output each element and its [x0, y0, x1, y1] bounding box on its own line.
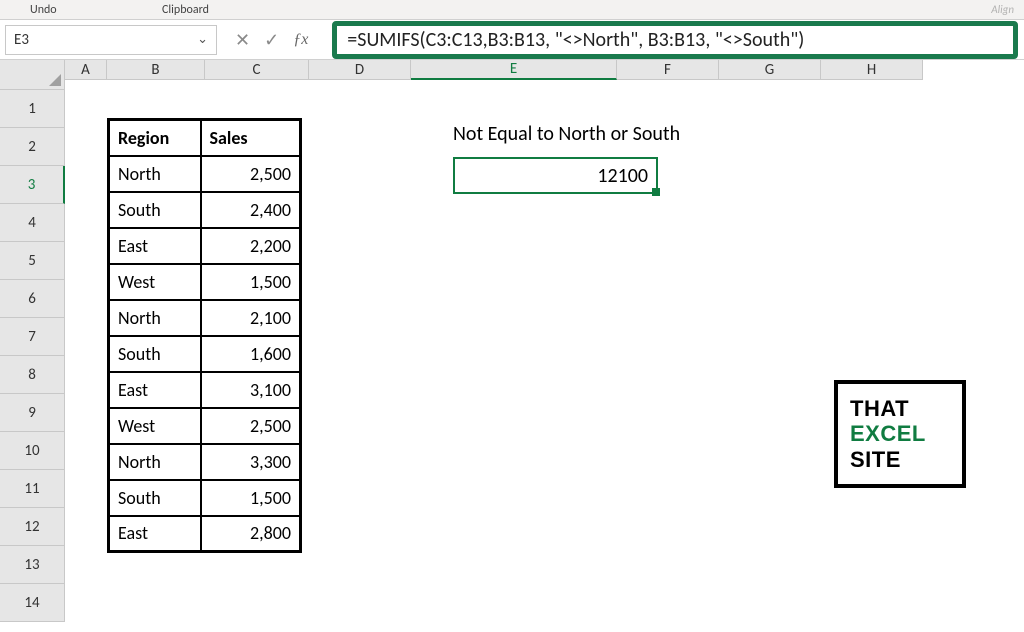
select-all-corner[interactable]	[0, 60, 65, 90]
table-row: South1,600	[109, 336, 301, 372]
cell-region[interactable]: East	[109, 516, 201, 552]
chevron-down-icon[interactable]: ⌄	[197, 32, 208, 47]
formula-bar-row: E3 ⌄ ✕ ✓ ƒx =SUMIFS(C3:C13,B3:B13, "<>No…	[0, 20, 1024, 60]
row-head-8[interactable]: 8	[0, 356, 65, 394]
formula-highlight-box: =SUMIFS(C3:C13,B3:B13, "<>North", B3:B13…	[332, 21, 1018, 59]
cell-sales[interactable]: 3,100	[201, 372, 301, 408]
cell-sales[interactable]: 3,300	[201, 444, 301, 480]
formula-bar-icons: ✕ ✓ ƒx	[217, 29, 332, 51]
label-not-equal[interactable]: Not Equal to North or South	[453, 122, 680, 146]
cell-sales[interactable]: 1,500	[201, 480, 301, 516]
cell-sales[interactable]: 2,500	[201, 156, 301, 192]
cell-sales[interactable]: 1,500	[201, 264, 301, 300]
selected-cell-E3[interactable]: 12100	[453, 157, 658, 194]
cell-sales[interactable]: 2,800	[201, 516, 301, 552]
row-head-1[interactable]: 1	[0, 90, 65, 128]
cancel-icon[interactable]: ✕	[235, 29, 250, 51]
row-head-9[interactable]: 9	[0, 394, 65, 432]
that-excel-site-logo: THAT EXCEL SITE	[834, 380, 966, 488]
cell-region[interactable]: East	[109, 228, 201, 264]
table-row: West2,500	[109, 408, 301, 444]
cell-canvas[interactable]: Region Sales North2,500 South2,400 East2…	[65, 80, 1024, 632]
row-head-12[interactable]: 12	[0, 508, 65, 546]
row-head-2[interactable]: 2	[0, 128, 65, 166]
cell-sales[interactable]: 2,100	[201, 300, 301, 336]
logo-line1: THAT	[850, 396, 962, 421]
cell-region[interactable]: West	[109, 264, 201, 300]
row-headers: 1 2 3 4 5 6 7 8 9 10 11 12 13 14	[0, 90, 65, 622]
cell-sales[interactable]: 1,600	[201, 336, 301, 372]
cell-region[interactable]: West	[109, 408, 201, 444]
row-head-5[interactable]: 5	[0, 242, 65, 280]
ribbon-labels-row: Undo Clipboard Align	[0, 0, 1024, 20]
table-row: North3,300	[109, 444, 301, 480]
table-row: East3,100	[109, 372, 301, 408]
cell-region[interactable]: South	[109, 336, 201, 372]
cell-sales[interactable]: 2,500	[201, 408, 301, 444]
col-head-H[interactable]: H	[821, 60, 923, 80]
col-head-B[interactable]: B	[107, 60, 205, 80]
cell-region[interactable]: North	[109, 156, 201, 192]
table-row: South2,400	[109, 192, 301, 228]
col-head-A[interactable]: A	[65, 60, 107, 80]
row-head-6[interactable]: 6	[0, 280, 65, 318]
table-header-row: Region Sales	[109, 120, 301, 156]
row-head-4[interactable]: 4	[0, 204, 65, 242]
row-head-7[interactable]: 7	[0, 318, 65, 356]
table-row: East2,800	[109, 516, 301, 552]
ribbon-undo-label: Undo	[30, 3, 57, 17]
fx-icon[interactable]: ƒx	[293, 31, 314, 49]
col-head-F[interactable]: F	[617, 60, 719, 80]
logo-line2: EXCEL	[850, 421, 962, 446]
row-head-10[interactable]: 10	[0, 432, 65, 470]
row-head-13[interactable]: 13	[0, 546, 65, 584]
cell-sales[interactable]: 2,400	[201, 192, 301, 228]
row-head-14[interactable]: 14	[0, 584, 65, 622]
table-row: East2,200	[109, 228, 301, 264]
table-row: South1,500	[109, 480, 301, 516]
col-head-D[interactable]: D	[309, 60, 411, 80]
header-sales[interactable]: Sales	[201, 120, 301, 156]
row-head-3[interactable]: 3	[0, 166, 65, 204]
col-head-G[interactable]: G	[719, 60, 821, 80]
ribbon-align-label: Align	[991, 3, 1014, 16]
formula-input[interactable]: =SUMIFS(C3:C13,B3:B13, "<>North", B3:B13…	[347, 28, 804, 52]
cell-region[interactable]: South	[109, 192, 201, 228]
result-value: 12100	[597, 164, 648, 188]
column-headers: A B C D E F G H	[65, 60, 1024, 80]
cell-region[interactable]: North	[109, 444, 201, 480]
col-head-E[interactable]: E	[411, 60, 617, 80]
accept-icon[interactable]: ✓	[264, 29, 279, 51]
table-row: North2,500	[109, 156, 301, 192]
row-head-11[interactable]: 11	[0, 470, 65, 508]
logo-line3: SITE	[850, 447, 962, 472]
cell-region[interactable]: East	[109, 372, 201, 408]
region-sales-table: Region Sales North2,500 South2,400 East2…	[107, 118, 302, 553]
name-box-value: E3	[14, 31, 29, 49]
spreadsheet-grid: 1 2 3 4 5 6 7 8 9 10 11 12 13 14 A B C D…	[0, 60, 1024, 632]
header-region[interactable]: Region	[109, 120, 201, 156]
name-box[interactable]: E3 ⌄	[5, 25, 217, 55]
ribbon-clipboard-label: Clipboard	[162, 3, 209, 17]
table-row: West1,500	[109, 264, 301, 300]
cell-region[interactable]: North	[109, 300, 201, 336]
table-row: North2,100	[109, 300, 301, 336]
cell-region[interactable]: South	[109, 480, 201, 516]
cell-sales[interactable]: 2,200	[201, 228, 301, 264]
col-head-C[interactable]: C	[205, 60, 309, 80]
